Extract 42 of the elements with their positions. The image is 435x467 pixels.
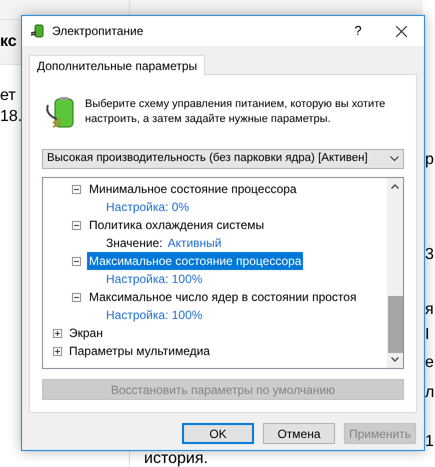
setting-value[interactable]: Настройка: 0% xyxy=(106,200,190,214)
dialog-button[interactable]: OK xyxy=(182,423,254,444)
collapse-icon[interactable] xyxy=(72,292,81,302)
window-title: Электропитание xyxy=(52,23,144,40)
page-text: 1 xyxy=(425,432,434,452)
tree-item[interactable]: Экран xyxy=(67,324,105,342)
help-button[interactable]: ? xyxy=(338,16,378,46)
scrollbar[interactable] xyxy=(387,178,403,368)
expand-icon[interactable] xyxy=(53,346,62,356)
setting-value[interactable]: Настройка: 100% xyxy=(106,308,202,322)
tree-item[interactable]: Минимальное состояние процессора xyxy=(87,180,299,198)
description-text: Выберите схему управления питанием, которую вы хотите настроить, а затем задайте нужные параметры. xyxy=(85,97,386,127)
page-text: я xyxy=(425,300,434,320)
chevron-down-icon[interactable] xyxy=(391,357,399,362)
chevron-down-icon xyxy=(390,156,399,162)
page-text: л xyxy=(425,383,434,403)
setting-value[interactable]: Активный xyxy=(168,234,222,252)
tab[interactable]: Дополнительные параметры xyxy=(29,55,206,75)
scrollbar-thumb[interactable] xyxy=(388,296,402,353)
page-heading: кс xyxy=(0,32,17,52)
tree-item[interactable]: Параметры мультимедиа xyxy=(67,342,212,360)
close-icon xyxy=(396,26,406,36)
collapse-icon[interactable] xyxy=(72,220,81,230)
expand-icon[interactable] xyxy=(53,328,62,338)
page-text: І xyxy=(425,325,430,345)
page-text: р xyxy=(425,150,434,170)
page-text: е xyxy=(425,353,434,373)
setting-value[interactable]: Настройка: 100% xyxy=(106,272,202,286)
page-text: 3 xyxy=(425,245,434,265)
tree-item[interactable]: Максимальное число ядер в состоянии простоя xyxy=(87,288,358,306)
collapse-icon[interactable] xyxy=(72,256,81,266)
dialog-button[interactable]: Отмена xyxy=(263,423,335,444)
page-text: ет xyxy=(0,86,16,106)
plan-dropdown[interactable]: Высокая производительность (без парковки ядра) [Активен] xyxy=(42,149,404,169)
chevron-up-icon[interactable] xyxy=(391,184,399,189)
battery-plug-icon xyxy=(30,23,46,39)
collapse-icon[interactable] xyxy=(72,184,81,194)
page-text: история. xyxy=(144,451,208,467)
tree-item[interactable]: Максимальное состояние процессора xyxy=(87,252,304,270)
page-text: 18. xyxy=(0,107,22,127)
setting-label: Значение: xyxy=(106,235,163,252)
tree-item[interactable]: Политика охлаждения системы xyxy=(87,216,266,234)
